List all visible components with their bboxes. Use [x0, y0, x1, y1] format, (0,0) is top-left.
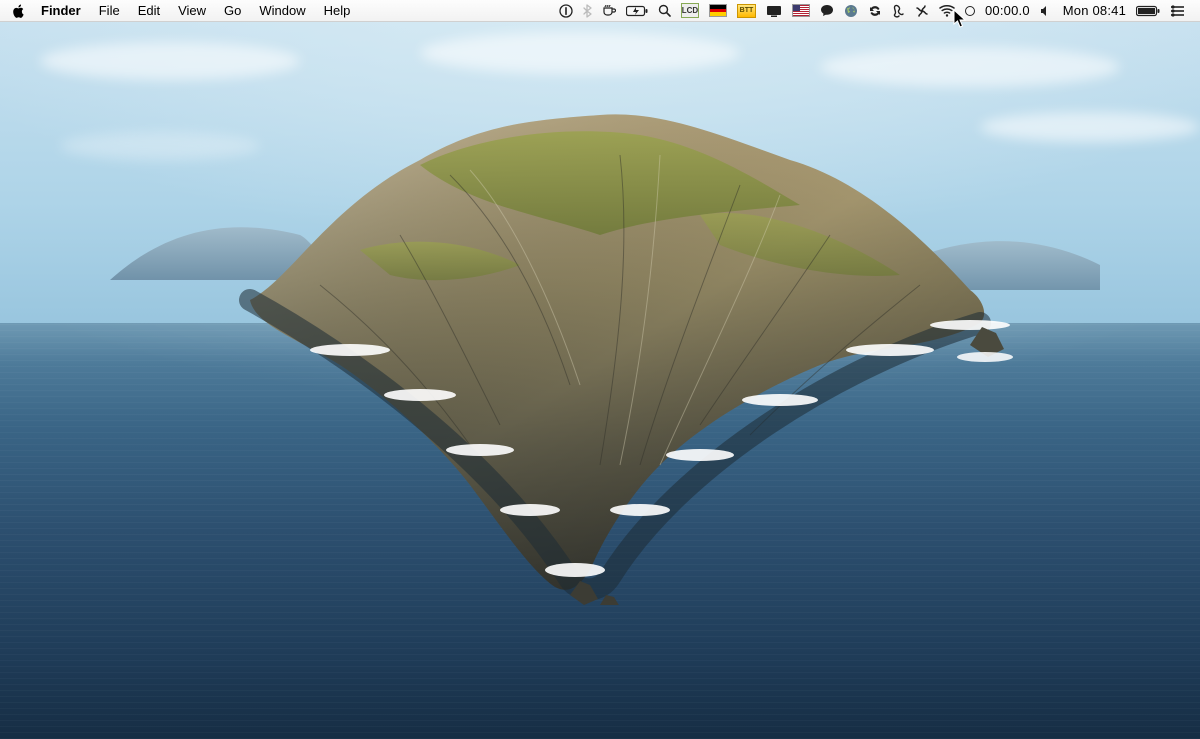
- btt-app-icon[interactable]: BTT: [732, 0, 761, 21]
- wallpaper-sea: [0, 323, 1200, 739]
- input-source-us-icon[interactable]: [787, 0, 815, 21]
- menu-app-name[interactable]: Finder: [32, 0, 90, 21]
- fan-icon[interactable]: [910, 0, 934, 21]
- script-menu-icon[interactable]: [887, 0, 910, 21]
- menubar-left: Finder File Edit View Go Window Help: [12, 0, 359, 21]
- cloud-icon: [60, 132, 260, 160]
- display-icon[interactable]: [761, 0, 787, 21]
- battery-charge-icon[interactable]: [621, 0, 653, 21]
- menu-help[interactable]: Help: [315, 0, 360, 21]
- timer-text[interactable]: 00:00.0: [980, 0, 1035, 21]
- record-icon[interactable]: [960, 0, 980, 21]
- wifi-icon[interactable]: [934, 0, 960, 21]
- istat-menus-icon[interactable]: [704, 0, 732, 21]
- menubar: Finder File Edit View Go Window Help LCD: [0, 0, 1200, 22]
- lcd-app-icon[interactable]: LCD: [676, 0, 704, 21]
- clock-text[interactable]: Mon 08:41: [1058, 0, 1131, 21]
- menubar-right: LCD BTT: [554, 0, 1190, 21]
- volume-icon[interactable]: [1035, 0, 1058, 21]
- lcd-badge-label: LCD: [681, 3, 699, 18]
- menu-window[interactable]: Window: [250, 0, 314, 21]
- btt-badge-label: BTT: [737, 4, 756, 18]
- cloud-icon: [40, 42, 300, 80]
- flag-de-icon: [709, 4, 727, 17]
- onepassword-icon[interactable]: [554, 0, 578, 21]
- menu-file[interactable]: File: [90, 0, 129, 21]
- caffeine-icon[interactable]: [597, 0, 621, 21]
- cloud-icon: [820, 47, 1120, 87]
- messages-icon[interactable]: [815, 0, 839, 21]
- record-dot-icon: [965, 6, 975, 16]
- notification-center-icon[interactable]: [1165, 0, 1190, 21]
- menu-view[interactable]: View: [169, 0, 215, 21]
- spotlight-icon[interactable]: [653, 0, 676, 21]
- globe-icon[interactable]: [839, 0, 863, 21]
- cloud-icon: [980, 112, 1200, 142]
- bluetooth-icon[interactable]: [578, 0, 597, 21]
- sync-icon[interactable]: [863, 0, 887, 21]
- desktop[interactable]: [0, 22, 1200, 739]
- menu-go[interactable]: Go: [215, 0, 250, 21]
- battery-icon[interactable]: [1131, 0, 1165, 21]
- flag-us-icon: [792, 4, 810, 17]
- apple-menu-icon[interactable]: [12, 4, 26, 18]
- cloud-icon: [420, 32, 740, 74]
- menu-edit[interactable]: Edit: [129, 0, 169, 21]
